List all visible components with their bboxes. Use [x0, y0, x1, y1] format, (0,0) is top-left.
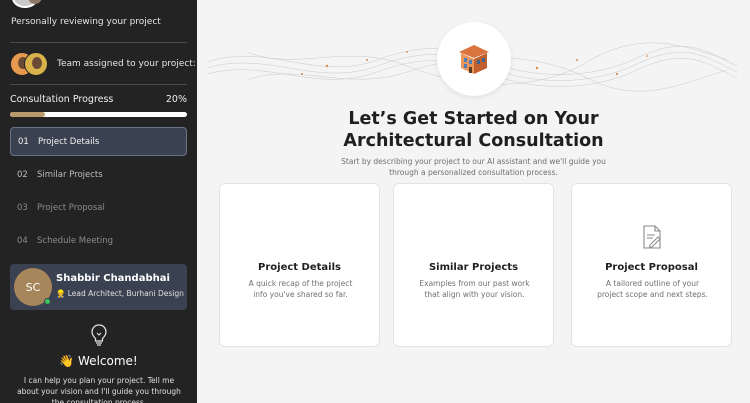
divider: [10, 42, 187, 43]
building-icon: [459, 45, 489, 74]
team-avatars: [10, 52, 50, 76]
card-similar-projects[interactable]: Similar Projects Examples from our past …: [393, 183, 554, 347]
title-line-1: Let’s Get Started on Your: [348, 109, 599, 129]
card-description: A quick recap of the project info you've…: [248, 279, 353, 299]
sidebar: Personally reviewing your project Team a…: [0, 0, 197, 403]
review-text: Personally reviewing your project: [11, 17, 161, 27]
divider: [10, 84, 187, 85]
title-line-2: Architectural Consultation: [343, 131, 604, 151]
architect-role: 👷 Lead Architect, Burhani Design: [56, 289, 184, 298]
team-text: Team assigned to your project:: [57, 59, 196, 69]
step-similar-projects[interactable]: 02 Similar Projects: [10, 160, 187, 189]
page-title: Let’s Get Started on Your Architectural …: [197, 108, 750, 152]
lightbulb-icon: [91, 324, 107, 346]
card-title: Project Proposal: [605, 262, 698, 273]
page-subtitle: Start by describing your project to our …: [341, 157, 606, 177]
progress-percent: 20%: [165, 94, 187, 105]
step-number: 01: [18, 136, 29, 147]
step-label: Schedule Meeting: [37, 235, 114, 246]
step-number: 03: [17, 202, 28, 213]
step-label: Project Details: [38, 136, 100, 147]
step-schedule-meeting[interactable]: 04 Schedule Meeting: [10, 226, 187, 255]
welcome-title: 👋 Welcome!: [59, 354, 138, 368]
architect-name: Shabbir Chandabhai: [56, 273, 170, 284]
card-project-proposal[interactable]: Project Proposal A tailored outline of y…: [571, 183, 732, 347]
document-edit-icon: [643, 225, 661, 249]
step-number: 04: [17, 235, 28, 246]
step-project-details[interactable]: 01 Project Details: [10, 127, 187, 156]
step-label: Project Proposal: [37, 202, 105, 213]
online-status-dot: [44, 298, 51, 305]
team-member-avatar: [24, 52, 48, 76]
step-project-proposal[interactable]: 03 Project Proposal: [10, 193, 187, 222]
card-description: Examples from our past work that align w…: [419, 279, 530, 299]
main-content: Let’s Get Started on Your Architectural …: [197, 0, 750, 403]
welcome-body: I can help you plan your project. Tell m…: [17, 376, 181, 403]
card-description: A tailored outline of your project scope…: [597, 279, 708, 299]
step-label: Similar Projects: [37, 169, 103, 180]
progress-bar: [10, 112, 187, 117]
step-number: 02: [17, 169, 28, 180]
architect-card[interactable]: SC Shabbir Chandabhai 👷 Lead Architect, …: [10, 264, 187, 310]
progress-fill: [10, 112, 46, 117]
progress-label: Consultation Progress: [10, 94, 114, 105]
card-title: Similar Projects: [428, 262, 519, 273]
card-project-details[interactable]: Project Details A quick recap of the pro…: [219, 183, 380, 347]
card-title: Project Details: [258, 262, 341, 273]
